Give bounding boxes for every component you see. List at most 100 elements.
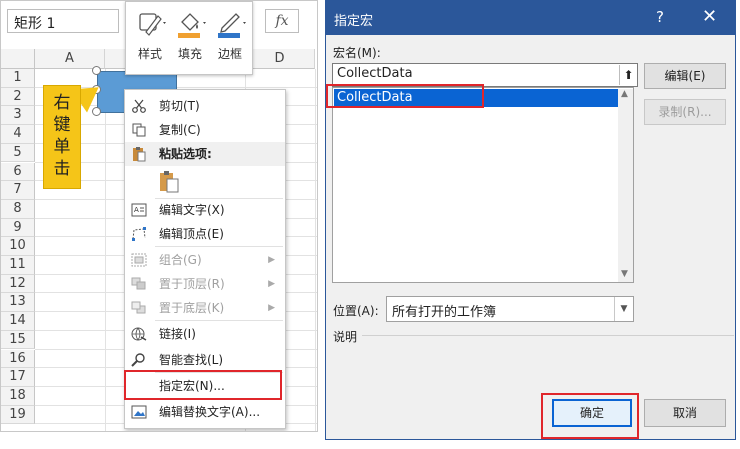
- row-header[interactable]: 8: [1, 199, 35, 219]
- column-header-d[interactable]: D: [245, 49, 315, 69]
- menu-label: 置于底层(K): [159, 301, 225, 315]
- callout-char: 键: [53, 115, 71, 135]
- grid-line: [315, 69, 316, 431]
- callout-char: 右: [53, 93, 71, 113]
- menu-item-edit-points[interactable]: 编辑顶点(E): [125, 222, 285, 246]
- location-label: 位置(A):: [333, 304, 379, 318]
- callout-char: 单: [53, 137, 71, 157]
- row-header[interactable]: 13: [1, 293, 35, 313]
- menu-separator: [155, 320, 283, 321]
- shape-style-button[interactable]: 样式: [130, 8, 170, 70]
- send-to-back-icon: [131, 301, 146, 314]
- row-header[interactable]: 7: [1, 181, 35, 200]
- row-header[interactable]: 9: [1, 218, 35, 238]
- row-header[interactable]: 18: [1, 386, 35, 406]
- menu-item-copy[interactable]: 复制(C): [125, 118, 285, 142]
- menu-separator: [155, 246, 283, 247]
- menu-item-cut[interactable]: 剪切(T): [125, 94, 285, 118]
- menu-item-group[interactable]: 组合(G) ▶: [125, 248, 285, 272]
- fill-button[interactable]: 填充: [170, 8, 210, 70]
- svg-text:A: A: [134, 206, 139, 214]
- copy-icon: [132, 123, 146, 137]
- row-header[interactable]: 17: [1, 368, 35, 387]
- submenu-arrow-icon: ▶: [268, 303, 275, 313]
- row-header[interactable]: 15: [1, 330, 35, 350]
- location-select[interactable]: 所有打开的工作簿 ▼: [386, 296, 634, 322]
- row-header[interactable]: 10: [1, 237, 35, 256]
- menu-item-link[interactable]: 链接(I): [125, 322, 285, 346]
- row-header[interactable]: 3: [1, 106, 35, 126]
- row-header[interactable]: 19: [1, 405, 35, 425]
- shape-style-icon: [139, 13, 166, 36]
- macro-name-label: 宏名(M):: [333, 46, 381, 60]
- menu-item-edit-alt-text[interactable]: 编辑替换文字(A)...: [125, 400, 285, 424]
- excel-window: 矩形 1 fx A D 1 2 3 4 5 6 7 8 9 10 11 12 13 14 15 16 17 18 1…: [0, 0, 318, 432]
- link-globe-icon: [131, 327, 147, 341]
- search-icon: [131, 353, 145, 367]
- help-button[interactable]: ?: [656, 8, 664, 26]
- submenu-arrow-icon: ▶: [268, 255, 275, 265]
- fill-label: 填充: [177, 47, 202, 61]
- paste-options-label: 粘贴选项:: [159, 147, 212, 161]
- scissors-icon: [132, 99, 146, 113]
- row-header[interactable]: 4: [1, 125, 35, 144]
- location-value: 所有打开的工作簿: [392, 305, 497, 320]
- submenu-arrow-icon: ▶: [268, 279, 275, 289]
- row-header[interactable]: 1: [1, 69, 35, 88]
- paste-icon: [160, 171, 179, 193]
- menu-label: 编辑文字(X): [159, 203, 225, 217]
- close-button[interactable]: ✕: [702, 6, 717, 27]
- fx-button[interactable]: fx: [265, 9, 299, 33]
- paste-option-button[interactable]: [157, 170, 181, 194]
- menu-item-bring-to-front[interactable]: 置于顶层(R) ▶: [125, 272, 285, 296]
- fill-bucket-icon: [178, 13, 206, 38]
- clipboard-icon: [133, 147, 146, 162]
- record-button[interactable]: 录制(R)...: [644, 99, 726, 125]
- description-label: 说明: [333, 330, 358, 344]
- menu-item-send-to-back[interactable]: 置于底层(K) ▶: [125, 296, 285, 320]
- highlight-box-assign-macro: [124, 370, 282, 400]
- macro-name-value: CollectData: [337, 66, 413, 81]
- shape-style-label: 样式: [137, 47, 162, 61]
- row-header[interactable]: 2: [1, 87, 35, 107]
- resize-handle[interactable]: [92, 66, 101, 75]
- menu-label: 置于顶层(R): [159, 277, 225, 291]
- edit-points-icon: [132, 227, 146, 241]
- paste-options-header: 粘贴选项:: [125, 142, 285, 166]
- scroll-down-icon[interactable]: ▼: [621, 269, 628, 279]
- chevron-down-icon: ▼: [614, 297, 633, 321]
- cancel-button[interactable]: 取消: [644, 399, 726, 427]
- scroll-up-icon[interactable]: ▲: [621, 89, 628, 99]
- edit-text-icon: A: [131, 203, 147, 217]
- outline-button[interactable]: 边框: [210, 8, 250, 70]
- menu-label: 剪切(T): [159, 99, 200, 113]
- menu-label: 编辑替换文字(A)...: [159, 405, 261, 419]
- outline-pen-icon: [218, 13, 246, 38]
- row-header[interactable]: 6: [1, 162, 35, 182]
- dialog-title-bar: 指定宏 ? ✕: [326, 1, 735, 35]
- highlight-box-macro: [326, 84, 484, 108]
- edit-button[interactable]: 编辑(E): [644, 63, 726, 89]
- row-header[interactable]: 14: [1, 312, 35, 331]
- highlight-box-ok: [541, 393, 639, 439]
- macro-list[interactable]: CollectData ▲ ▼: [332, 87, 634, 283]
- collapse-dialog-button[interactable]: ⬆: [619, 65, 637, 85]
- row-header[interactable]: 12: [1, 274, 35, 294]
- dialog-title: 指定宏: [334, 14, 374, 29]
- menu-item-edit-text[interactable]: A 编辑文字(X): [125, 198, 285, 222]
- row-header[interactable]: 5: [1, 143, 35, 163]
- name-box[interactable]: 矩形 1: [7, 9, 119, 33]
- select-all-corner[interactable]: [1, 49, 35, 69]
- upload-arrow-icon: ⬆: [623, 68, 634, 82]
- group-icon: [131, 253, 147, 267]
- right-click-callout: 右 键 单 击: [43, 85, 81, 189]
- resize-handle[interactable]: [92, 107, 101, 116]
- vertical-scrollbar[interactable]: ▲ ▼: [618, 89, 633, 282]
- row-header[interactable]: 11: [1, 256, 35, 275]
- menu-item-smart-lookup[interactable]: 智能查找(L): [125, 348, 285, 372]
- callout-char: 击: [53, 159, 71, 179]
- grid-line: [105, 69, 106, 431]
- menu-label: 链接(I): [159, 327, 196, 341]
- row-header[interactable]: 16: [1, 349, 35, 369]
- outline-label: 边框: [217, 47, 242, 61]
